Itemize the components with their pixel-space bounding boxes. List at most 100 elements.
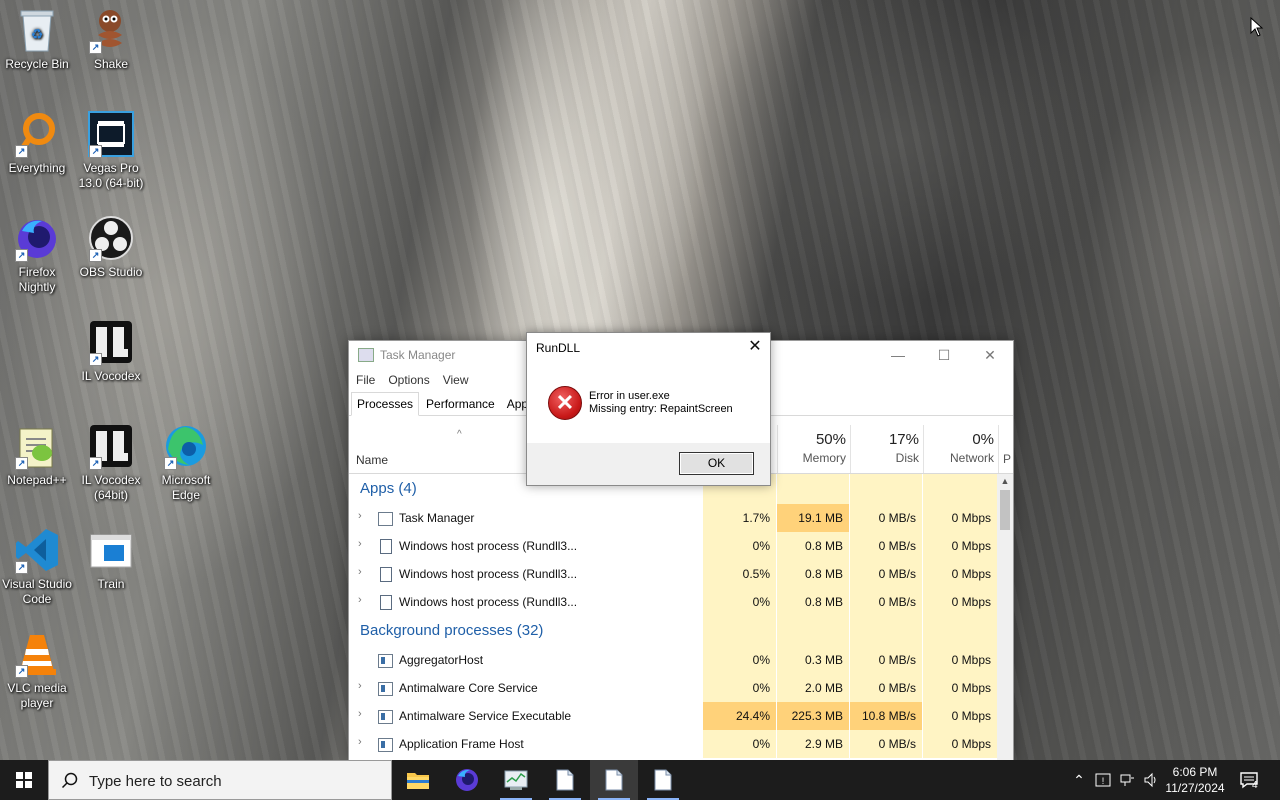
start-button[interactable] [0,760,48,800]
table-row[interactable]: › Windows host process (Rundll3... 0% 0.8 M… [349,588,997,616]
table-row[interactable]: AggregatorHost 0% 0.3 MB 0 MB/s 0 Mbps [349,646,997,674]
system-clock[interactable]: 6:06 PM 11/27/2024 [1160,764,1230,796]
desktop-icon-vscode[interactable]: ↗ Visual Studio Code [0,526,74,607]
obs-studio-icon: ↗ [87,214,135,262]
desktop-icon-il-vocodex[interactable]: ↗ IL Vocodex [74,318,148,384]
taskbar-task-manager[interactable] [492,760,540,800]
security-alert-icon[interactable]: ! [1092,760,1114,800]
desktop-icon-edge[interactable]: ↗ Microsoft Edge [149,422,223,503]
expand-chevron-icon[interactable]: › [358,510,362,522]
process-name: Windows host process (Rundll3... [399,595,578,609]
taskbar-file-explorer[interactable] [394,760,442,800]
desktop-icon-train[interactable]: Train [74,526,148,592]
scrollbar-thumb[interactable] [1000,490,1010,530]
network-percent: 0% [972,431,994,448]
expand-chevron-icon[interactable]: › [358,566,362,578]
scroll-up-icon[interactable]: ▲ [997,474,1013,488]
sort-up-icon: ^ [457,429,462,440]
service-icon [378,738,393,752]
taskbar-rundll-window-3[interactable] [639,760,687,800]
table-row[interactable]: › Task Manager 1.7% 19.1 MB 0 MB/s 0 Mbps [349,504,997,532]
disk-cell: 0 MB/s [850,646,922,674]
heat-cell [850,616,922,646]
error-icon: ✕ [548,386,582,420]
action-center-button[interactable]: 4 [1234,760,1264,800]
menu-options[interactable]: Options [382,373,435,387]
tab-processes[interactable]: Processes [351,392,420,416]
search-icon [61,772,79,794]
table-row[interactable]: › Windows host process (Rundll3... 0% 0.8 M… [349,532,997,560]
group-header[interactable]: Background processes (32) [349,616,997,646]
task-manager-icon [504,770,528,790]
document-icon [556,769,574,791]
column-header-memory[interactable]: 50% Memory [777,425,850,473]
close-button[interactable]: ✕ [967,341,1013,369]
memory-cell: 0.3 MB [777,646,849,674]
rundll-error-dialog[interactable]: RunDLL ✕ ✕ Error in user.exe Missing ent… [526,332,771,486]
windows-logo-icon [16,772,32,788]
desktop-icon-snake[interactable]: ↗ Shake [74,6,148,72]
desktop-icon-obs-studio[interactable]: ↗ OBS Studio [74,214,148,280]
desktop-icon-label: IL Vocodex (64bit) [81,473,141,502]
taskbar-firefox-nightly[interactable] [443,760,491,800]
process-name: Windows host process (Rundll3... [399,567,578,581]
memory-cell: 2.9 MB [777,730,849,758]
column-header-network[interactable]: 0% Network [923,425,998,473]
maximize-button[interactable]: ☐ [921,341,967,369]
cpu-cell: 0% [703,674,776,702]
desktop-icon-recycle-bin[interactable]: ♻ Recycle Bin [0,6,74,72]
expand-chevron-icon[interactable]: › [358,736,362,748]
expand-chevron-icon[interactable]: › [358,538,362,550]
dialog-footer: OK [527,443,770,485]
firefox-nightly-icon [456,769,478,791]
memory-cell: 19.1 MB [777,504,849,532]
cpu-cell: 0% [703,532,776,560]
process-name: Application Frame Host [399,737,524,751]
clock-time: 6:06 PM [1172,765,1218,779]
volume-icon[interactable] [1140,760,1162,800]
process-name: Antimalware Core Service [399,681,538,695]
desktop-icon-everything[interactable]: ↗ Everything [0,110,74,176]
minimize-button[interactable]: — [875,341,921,369]
taskbar-rundll-window-2[interactable] [590,760,638,800]
dialog-close-button[interactable]: ✕ [740,333,770,361]
ok-button[interactable]: OK [679,452,754,475]
desktop-icon-vegas-pro[interactable]: ↗ Vegas Pro 13.0 (64-bit) [74,110,148,191]
desktop-icon-label: Firefox Nightly [18,265,56,294]
heat-cell [703,616,776,646]
vertical-scrollbar[interactable]: ▲ [997,474,1013,761]
desktop-icon-notepad-plus-plus[interactable]: ↗ Notepad++ [0,422,74,488]
menu-view[interactable]: View [437,373,475,387]
document-icon [380,539,392,554]
column-header-name[interactable]: Name [356,453,388,467]
taskbar-rundll-window-1[interactable] [541,760,589,800]
expand-chevron-icon[interactable]: › [358,594,362,606]
expand-chevron-icon[interactable]: › [358,680,362,692]
table-row[interactable]: › Application Frame Host 0% 2.9 MB 0 MB/s 0 M… [349,730,997,758]
network-icon[interactable] [1116,760,1138,800]
column-header-power[interactable]: P [998,425,1013,473]
disk-cell: 0 MB/s [850,588,922,616]
desktop-icon-il-vocodex-64[interactable]: ↗ IL Vocodex (64bit) [74,422,148,503]
process-name: Task Manager [399,511,475,525]
process-name: AggregatorHost [399,653,484,667]
network-cell: 0 Mbps [923,504,997,532]
document-icon [654,769,672,791]
task-manager-icon [378,512,393,526]
network-cell: 0 Mbps [923,702,997,730]
menu-file[interactable]: File [350,373,381,387]
service-icon [378,654,393,668]
table-row[interactable]: › Antimalware Service Executable 24.4% 225.… [349,702,997,730]
show-hidden-icons-chevron-up-icon[interactable]: ⌃ [1068,760,1090,800]
mouse-pointer-icon [1250,17,1264,37]
expand-chevron-icon[interactable]: › [358,708,362,720]
tab-performance[interactable]: Performance [421,393,500,415]
desktop-icon-label: IL Vocodex [81,369,141,383]
column-header-disk[interactable]: 17% Disk [850,425,923,473]
service-icon [378,710,393,724]
table-row[interactable]: › Antimalware Core Service 0% 2.0 MB 0 MB/s 0… [349,674,997,702]
search-box[interactable]: Type here to search [48,760,392,800]
desktop-icon-firefox-nightly[interactable]: ↗ Firefox Nightly [0,214,74,295]
table-row[interactable]: › Windows host process (Rundll3... 0.5% 0.8… [349,560,997,588]
desktop-icon-vlc[interactable]: ↗ VLC media player [0,630,74,711]
